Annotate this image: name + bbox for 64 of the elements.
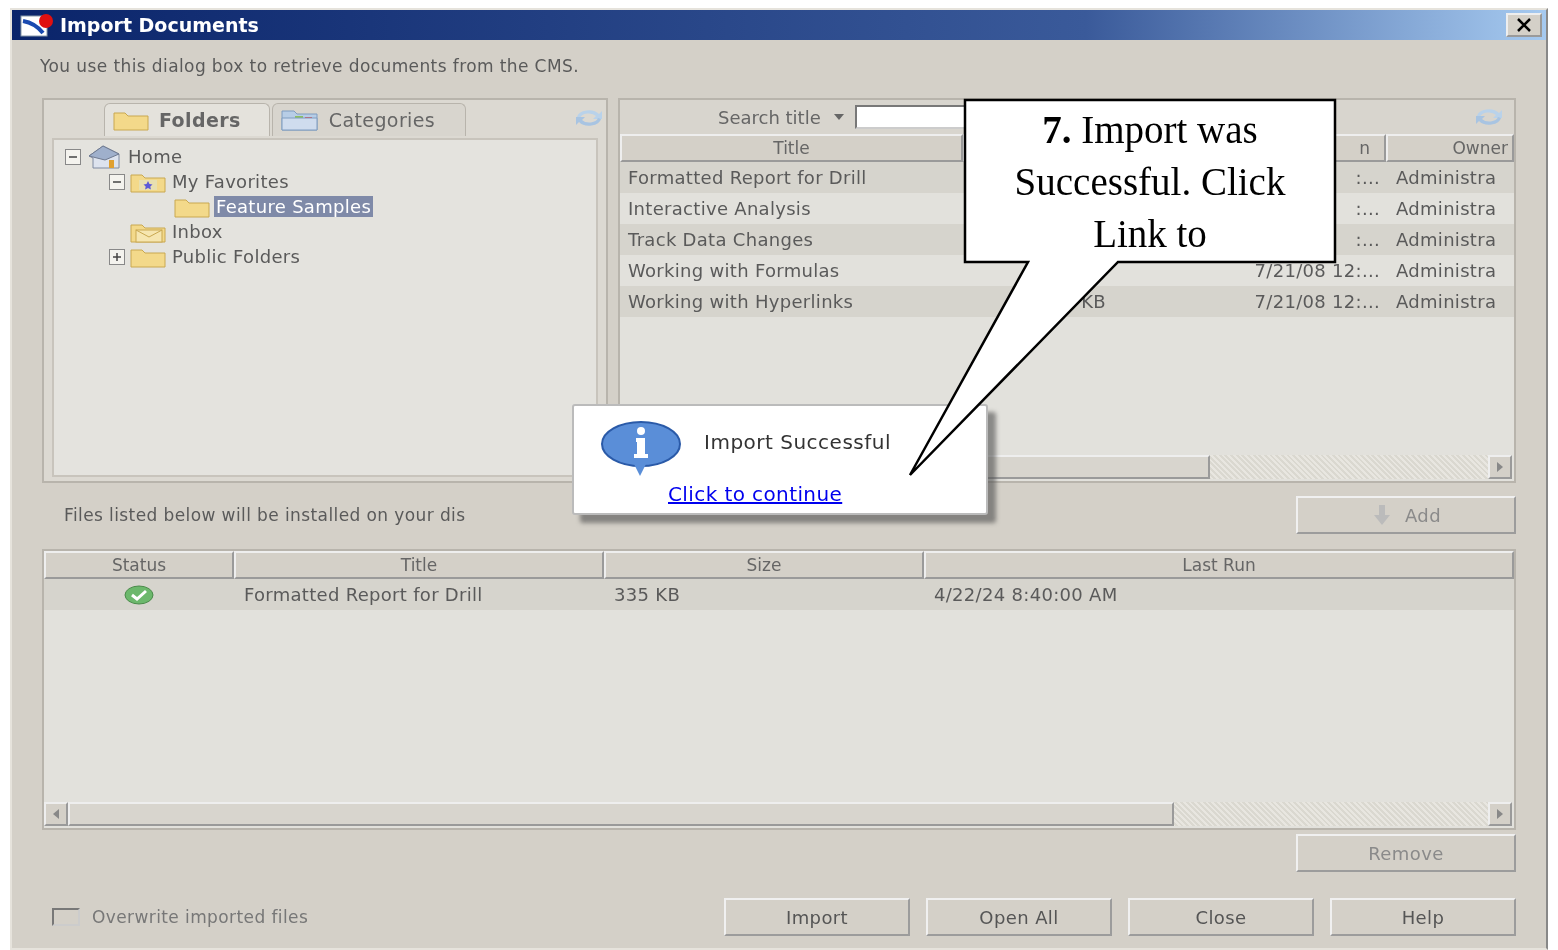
tree-item[interactable]: My Favorites [170,171,291,192]
dialog-button[interactable]: Close [1128,898,1314,936]
size-cell: 335 KB [614,584,681,605]
tab[interactable]: Categories [271,103,467,136]
scroll-left-button[interactable] [44,802,68,826]
tree-item[interactable]: Feature Samples [214,196,374,217]
size-cell: KB [1081,291,1106,312]
info-icon [600,420,682,478]
arrow-right-icon [1496,809,1504,819]
last-run-cell: 4/22/24 8:40:00 AM [934,584,1118,605]
arrow-right-icon [1496,462,1504,472]
scroll-right-button[interactable] [1488,802,1512,826]
app-icon [20,13,54,37]
check-icon [124,584,154,605]
date-cell: :... [1355,167,1380,188]
tree-item[interactable]: Inbox [170,221,225,242]
collapse-icon[interactable] [108,172,126,191]
dialog-button[interactable]: Import [724,898,910,936]
files-note: Files listed below will be installed on your dis [64,505,467,525]
caret-icon [832,113,845,121]
owner-cell: Administra [1396,198,1497,219]
document-title-cell[interactable]: Working with Hyperlinks [620,286,963,317]
dialog-button[interactable]: Help [1330,898,1516,936]
window-title: Import Documents [60,14,260,36]
owner-cell: Administra [1396,229,1497,250]
owner-cell: Administra [1396,167,1497,188]
checkbox-label: Overwrite imported files [92,907,309,927]
column-header[interactable]: Owner [1386,134,1514,162]
date-cell: :... [1355,229,1380,250]
close-button[interactable] [1506,13,1542,37]
date-cell: 7/21/08 12:... [1254,260,1380,281]
document-title-cell[interactable]: Formatted Report for Drill [620,162,963,193]
date-cell: :... [1355,198,1380,219]
document-title-cell[interactable]: Track Data Changes [620,224,963,255]
file-title-cell: Formatted Report for Drill [244,584,483,605]
expand-icon[interactable] [108,247,126,266]
arrow-left-icon [52,809,60,819]
scrollbar-thumb[interactable] [68,802,1174,826]
tree-item[interactable]: Public Folders [170,246,303,267]
column-header[interactable]: Status [44,551,234,579]
tree-item[interactable]: Home [126,146,185,167]
overwrite-checkbox[interactable] [52,908,80,926]
owner-cell: Administra [1396,291,1497,312]
column-header[interactable]: Last Run [924,551,1514,579]
collapse-icon[interactable] [64,147,82,166]
folder-icon [113,109,149,131]
column-header[interactable]: Size [604,551,924,579]
scroll-right-button[interactable] [1488,455,1512,479]
categories-folder-icon [280,108,319,132]
continue-link[interactable]: Click to continue [668,482,843,506]
popup-message: Import Successful [704,430,891,454]
owner-cell: Administra [1396,260,1497,281]
dialog-button[interactable]: Open All [926,898,1112,936]
date-cell: 7/21/08 12:... [1254,291,1380,312]
document-title-cell[interactable]: Working with Formulas [620,255,963,286]
dialog-description: You use this dialog box to retrieve documents from the CMS. [40,56,580,76]
column-header[interactable]: Title [234,551,604,579]
tab[interactable]: Folders [104,103,270,136]
callout-text: 7. Import was Successful. Click Link to [1013,107,1287,257]
search-dropdown[interactable]: Search title [718,106,845,128]
column-header[interactable]: n [1359,138,1370,158]
column-header[interactable]: Title [620,134,963,162]
close-icon [1516,18,1532,32]
document-title-cell[interactable]: Interactive Analysis [620,193,963,224]
